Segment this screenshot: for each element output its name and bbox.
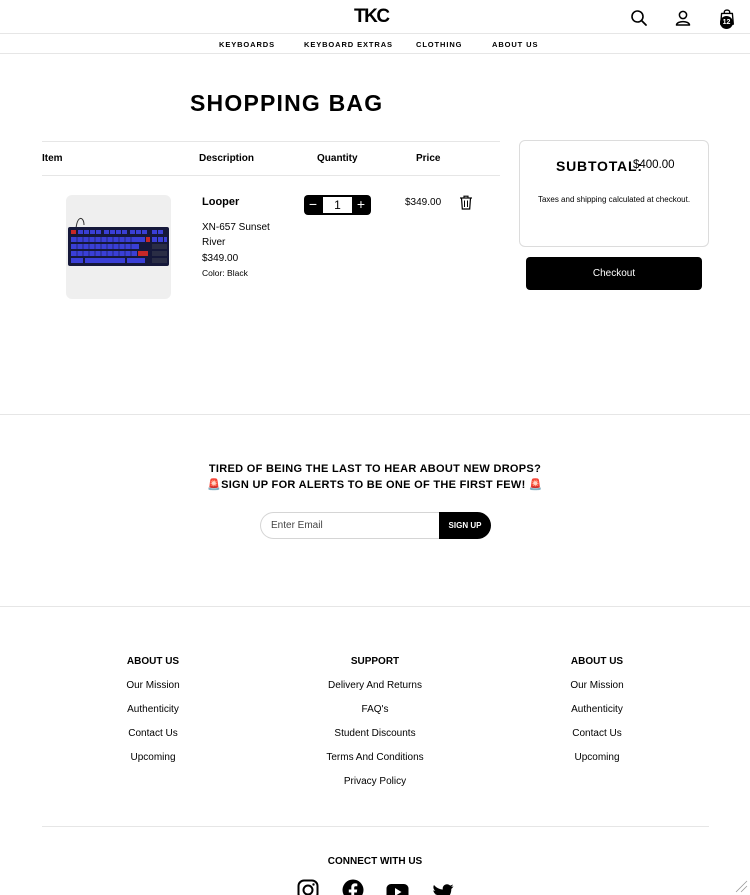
siren-icon: 🚨 (528, 479, 543, 491)
footer-link-upcoming[interactable]: Upcoming (497, 751, 697, 765)
footer-link-our-mission[interactable]: Our Mission (497, 679, 697, 693)
trash-icon[interactable] (459, 195, 473, 210)
column-header-item: Item (42, 153, 63, 164)
email-signup-form: SIGN UP (260, 512, 491, 539)
column-header-description: Description (199, 153, 255, 164)
nav-keyboard-extras[interactable]: KEYBOARD EXTRAS (304, 40, 393, 49)
product-color: Color: Black (202, 268, 248, 278)
email-input[interactable] (260, 512, 446, 539)
footer-link-faqs[interactable]: FAQ's (275, 703, 475, 717)
footer-column-about: ABOUT US Our Mission Authenticity Contac… (53, 655, 253, 765)
table-top-divider (42, 141, 500, 142)
column-header-quantity: Quantity (317, 153, 358, 164)
signup-subheadline: 🚨SIGN UP FOR ALERTS TO BE ONE OF THE FIR… (0, 478, 750, 491)
siren-icon: 🚨 (207, 479, 222, 491)
footer-heading: ABOUT US (570, 656, 624, 667)
connect-heading: CONNECT WITH US (327, 856, 423, 867)
nav-clothing[interactable]: CLOTHING (416, 40, 462, 49)
footer-heading: SUPPORT (350, 656, 400, 667)
quantity-stepper: − 1 + (304, 195, 371, 215)
footer-link-contact-us[interactable]: Contact Us (497, 727, 697, 741)
signup-headline: TIRED OF BEING THE LAST TO HEAR ABOUT NE… (208, 463, 542, 475)
footer-heading: ABOUT US (126, 656, 180, 667)
footer-link-terms[interactable]: Terms And Conditions (275, 751, 475, 765)
table-header-divider (42, 175, 500, 176)
footer-link-student-discounts[interactable]: Student Discounts (275, 727, 475, 741)
footer-column-about-2: ABOUT US Our Mission Authenticity Contac… (497, 655, 697, 765)
nav-keyboards[interactable]: KEYBOARDS (219, 40, 275, 49)
main-nav: KEYBOARDS KEYBOARD EXTRAS CLOTHING ABOUT… (0, 34, 750, 54)
section-divider (0, 414, 750, 415)
youtube-icon[interactable] (386, 881, 409, 895)
logo[interactable]: TKC (354, 7, 396, 26)
subtotal-label: SUBTOTAL: (556, 158, 643, 174)
order-summary: SUBTOTAL: $400.00 Taxes and shipping cal… (519, 140, 709, 247)
footer-link-our-mission[interactable]: Our Mission (53, 679, 253, 693)
footer-divider (0, 606, 750, 607)
footer-link-authenticity[interactable]: Authenticity (497, 703, 697, 717)
keyboard-product-image (68, 217, 169, 266)
signup-subheadline-text: SIGN UP FOR ALERTS TO BE ONE OF THE FIRS… (221, 479, 526, 491)
search-icon[interactable] (630, 9, 648, 27)
product-name[interactable]: Looper (202, 196, 239, 208)
product-variant: XN-657 Sunset River (202, 222, 270, 248)
footer-link-privacy-policy[interactable]: Privacy Policy (275, 775, 475, 789)
line-item-price: $349.00 (405, 197, 442, 208)
footer-link-contact-us[interactable]: Contact Us (53, 727, 253, 741)
subtotal-value: $400.00 (633, 159, 675, 171)
decrease-quantity-button[interactable]: − (304, 195, 322, 215)
checkout-button[interactable]: Checkout (526, 257, 702, 290)
tax-note: Taxes and shipping calculated at checkou… (537, 195, 691, 204)
user-icon[interactable] (674, 9, 692, 27)
footer-column-support: SUPPORT Delivery And Returns FAQ's Stude… (275, 655, 475, 789)
facebook-icon[interactable] (342, 879, 364, 895)
footer-link-delivery-returns[interactable]: Delivery And Returns (275, 679, 475, 693)
increase-quantity-button[interactable]: + (352, 195, 370, 215)
cart-count-badge: 12 (720, 16, 733, 29)
product-image[interactable] (66, 195, 171, 299)
footer-link-upcoming[interactable]: Upcoming (53, 751, 253, 765)
site-header: TKC 12 (0, 0, 750, 34)
sign-up-button[interactable]: SIGN UP (439, 512, 491, 539)
footer-link-authenticity[interactable]: Authenticity (53, 703, 253, 717)
instagram-icon[interactable] (297, 879, 319, 895)
twitter-icon[interactable] (432, 882, 454, 895)
quantity-value[interactable]: 1 (323, 197, 352, 213)
footer-bottom-divider (42, 826, 709, 827)
product-unit-price: $349.00 (202, 253, 239, 264)
resize-handle-icon[interactable] (734, 879, 748, 893)
column-header-price: Price (416, 153, 441, 164)
nav-about-us[interactable]: ABOUT US (492, 40, 538, 49)
page-title: SHOPPING BAG (190, 90, 384, 116)
